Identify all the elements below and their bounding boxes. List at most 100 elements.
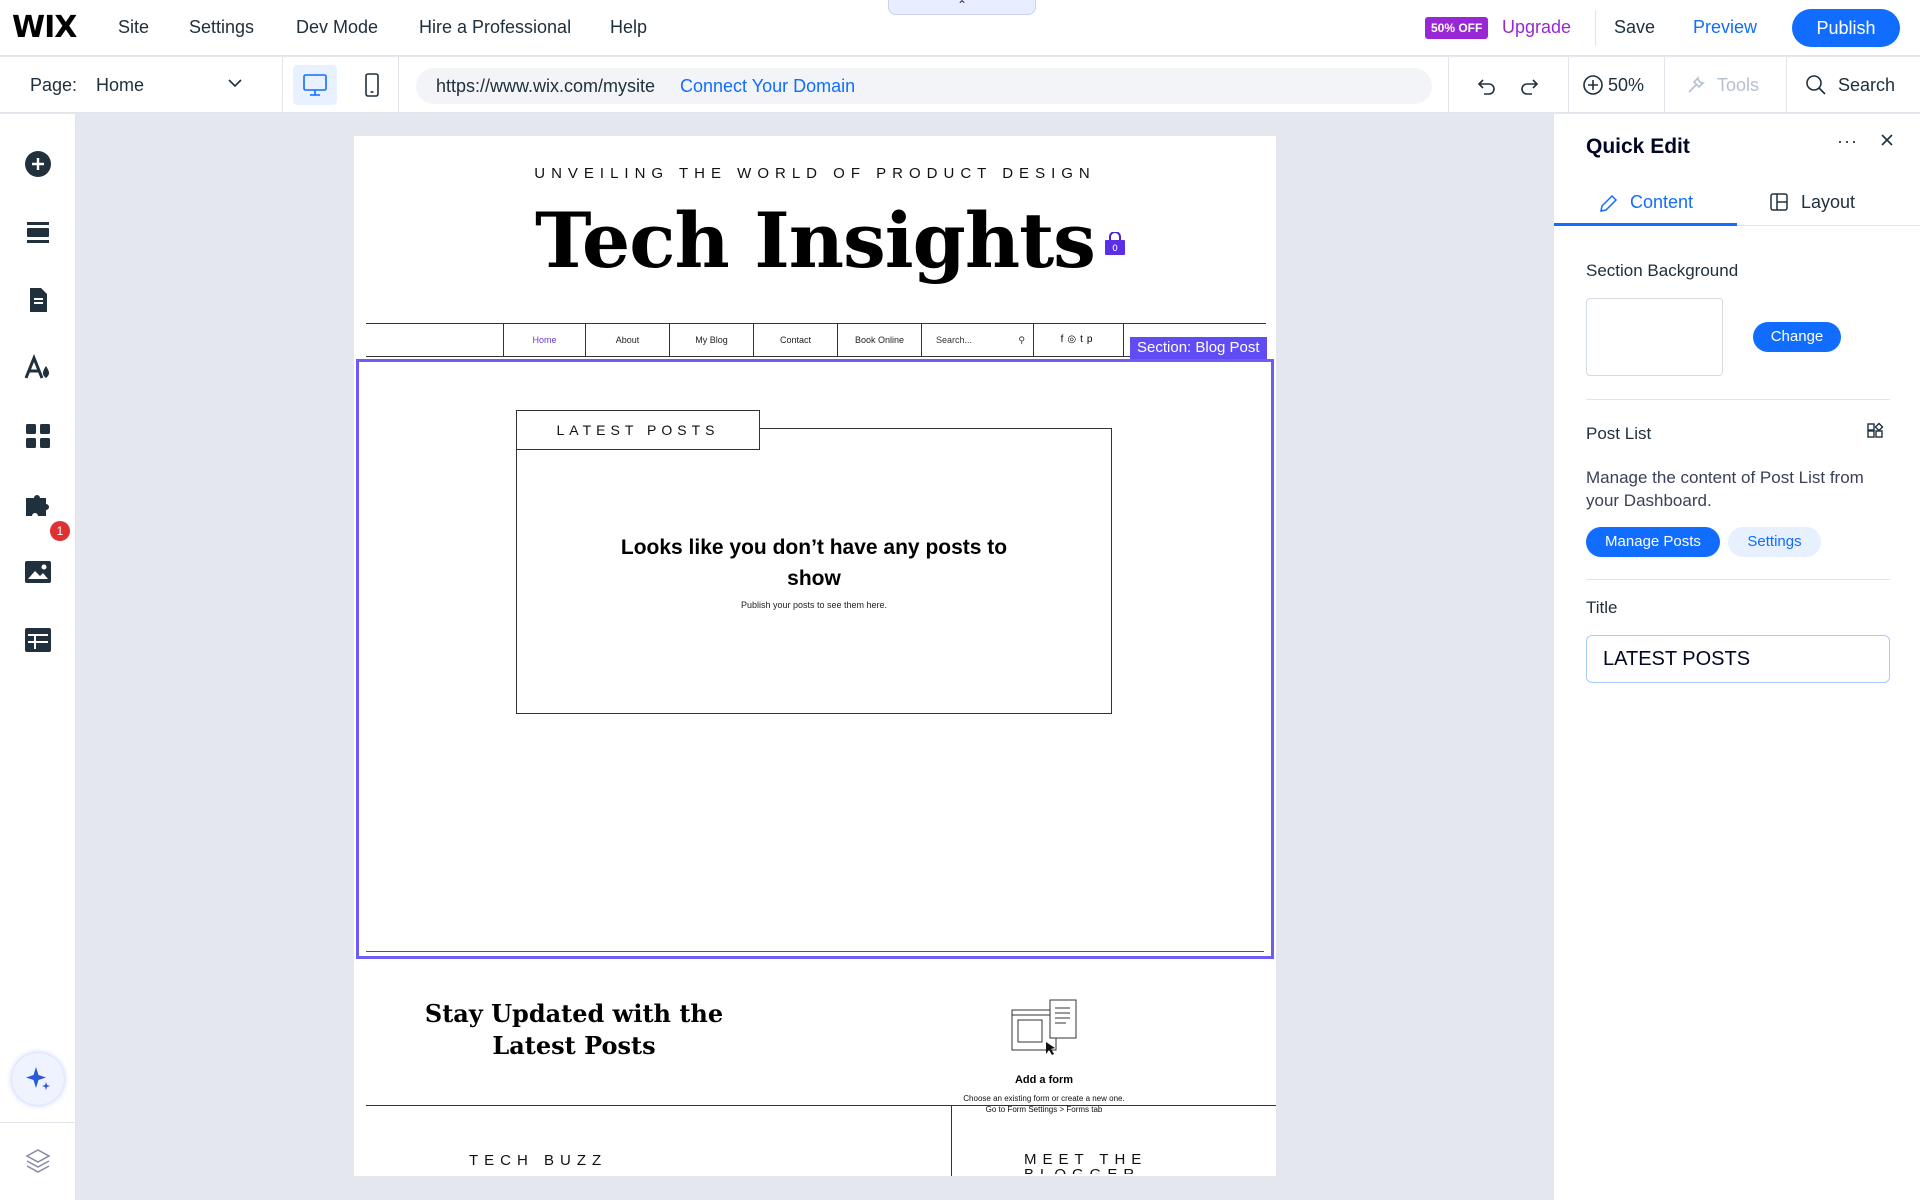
menu-settings[interactable]: Settings [189,17,254,38]
layers-button[interactable] [22,1144,54,1176]
search-button[interactable]: Search [1838,75,1895,96]
editor-canvas: UNVEILING THE WORLD OF PRODUCT DESIGN Te… [76,114,1553,1200]
preview-button[interactable]: Preview [1693,17,1757,38]
add-form-illustration[interactable] [1010,998,1080,1058]
save-button[interactable]: Save [1614,17,1655,38]
divider [1448,57,1449,113]
divider [1595,10,1596,46]
page-selector[interactable]: Home [96,75,144,96]
instagram-icon[interactable]: ◎ [1067,334,1080,345]
stay-updated-heading[interactable]: Stay Updated with the Latest Posts [424,998,724,1062]
pages-button[interactable] [22,284,54,316]
site-page: UNVEILING THE WORLD OF PRODUCT DESIGN Te… [354,136,1276,1176]
settings-button[interactable]: Settings [1728,527,1821,557]
menu-site[interactable]: Site [118,17,149,38]
connect-domain-link[interactable]: Connect Your Domain [680,76,855,97]
zoom-level[interactable]: 50% [1608,75,1644,96]
zoom-icon[interactable] [1582,74,1604,101]
tools-button[interactable]: Tools [1717,75,1759,96]
discount-badge: 50% OFF [1425,17,1489,39]
cart-count: 0 [1112,244,1118,254]
divider [398,57,399,113]
add-form-title[interactable]: Add a form [914,1074,1174,1086]
pinterest-icon[interactable]: p [1087,334,1097,345]
nav-item-home[interactable]: Home [503,324,585,357]
wix-logo[interactable]: WIX [12,10,77,45]
title-label: Title [1586,598,1618,617]
divider [1786,57,1787,113]
divider [1586,579,1890,580]
twitter-icon[interactable]: t [1080,334,1087,345]
business-icon [26,495,49,516]
nav-item-about[interactable]: About [585,324,669,357]
tab-layout[interactable]: Layout [1737,180,1920,226]
divider [1664,57,1665,113]
menu-help[interactable]: Help [610,17,647,38]
divider [366,1105,1276,1106]
title-input[interactable] [1586,635,1890,683]
apps-icon[interactable] [1866,422,1886,447]
mobile-view-button[interactable] [350,65,394,105]
change-background-button[interactable]: Change [1753,322,1841,352]
post-list-description: Manage the content of Post List from you… [1586,468,1864,510]
manage-posts-button[interactable]: Manage Posts [1586,527,1720,557]
design-button[interactable] [22,352,54,384]
menu-dev-mode[interactable]: Dev Mode [296,17,378,38]
ai-assistant-button[interactable] [12,1053,64,1105]
nav-item-book-online[interactable]: Book Online [837,324,921,357]
tab-layout-label: Layout [1801,192,1856,212]
add-form-subtext-line-1: Choose an existing form or create a new … [963,1094,1125,1103]
add-elements-button[interactable] [22,148,54,180]
apps-icon [26,424,50,448]
post-list-label: Post List [1586,424,1652,443]
business-button[interactable] [22,488,54,520]
search-icon: ⚲ [1018,335,1025,345]
apps-button[interactable] [22,420,54,452]
background-swatch[interactable] [1586,298,1723,376]
site-search-input[interactable]: Search... ⚲ [921,324,1034,357]
social-bar: f◎tp [1034,324,1124,357]
cms-button[interactable] [22,624,54,656]
collapse-handle[interactable]: ⌃ [888,0,1036,15]
page-label: Page: [30,75,78,95]
latest-posts-title[interactable]: LATEST POSTS [516,410,760,450]
divider [951,1106,952,1176]
publish-button[interactable]: Publish [1792,9,1900,47]
shopping-bag-icon: 0 [1105,231,1125,255]
tech-buzz-heading[interactable]: TECH BUZZ [469,1152,607,1169]
section-label[interactable]: Section: Blog Post [1130,337,1267,359]
more-options-icon[interactable]: ··· [1837,131,1858,152]
site-search-placeholder: Search... [936,335,973,345]
desktop-view-button[interactable] [293,65,337,105]
close-icon[interactable] [1879,132,1895,153]
meet-blogger-heading[interactable]: MEET THE BLOGGER [1024,1152,1154,1174]
chevron-up-icon: ⌃ [956,0,968,12]
editor-toolbar: Page: Home https://www.wix.com/mysite Co… [0,57,1920,113]
section-background-label: Section Background [1586,261,1739,280]
panel-title: Quick Edit [1586,135,1690,158]
add-form-subtext: Choose an existing form or create a new … [894,1093,1194,1115]
site-url: https://www.wix.com/mysite [436,76,656,96]
add-icon [25,151,51,177]
site-title[interactable]: Tech Insights [354,196,1276,285]
panel-tabs: Content Layout [1554,180,1920,226]
media-button[interactable] [22,556,54,588]
cart-button[interactable]: 0 [1104,231,1126,256]
cms-icon [25,628,51,652]
site-tagline[interactable]: UNVEILING THE WORLD OF PRODUCT DESIGN [354,165,1276,182]
nav-item-contact[interactable]: Contact [753,324,837,357]
notification-badge: 1 [50,521,70,541]
nav-item-my-blog[interactable]: My Blog [669,324,753,357]
upgrade-link[interactable]: Upgrade [1502,17,1571,38]
sections-icon [27,222,49,243]
empty-state-subtext: Publish your posts to see them here. [740,600,888,610]
sections-button[interactable] [22,216,54,248]
menu-hire-professional[interactable]: Hire a Professional [419,17,571,38]
chevron-down-icon[interactable] [227,75,243,96]
undo-icon[interactable] [1475,74,1499,103]
design-icon [24,354,50,379]
tools-icon [1685,74,1707,101]
redo-icon[interactable] [1517,74,1541,103]
tab-content[interactable]: Content [1554,180,1737,226]
divider [366,951,1264,952]
